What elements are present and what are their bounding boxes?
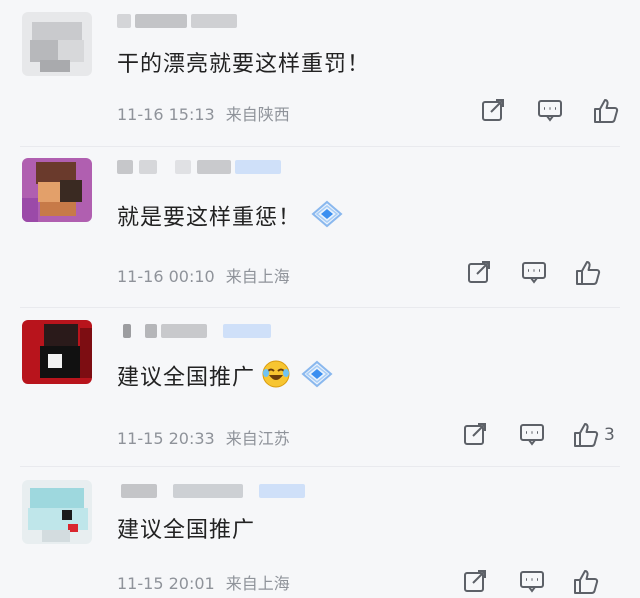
laugh-emoji-icon xyxy=(261,359,291,398)
comment-item: 就是要这样重惩！ 11-16 00:10 来自上海 xyxy=(0,150,640,310)
comment-meta: 11-16 00:10 来自上海 xyxy=(117,263,290,287)
share-icon xyxy=(464,570,486,592)
share-button[interactable] xyxy=(480,97,506,123)
comment-text: 建议全国推广 xyxy=(117,518,256,543)
comment-text: 干的漂亮就要这样重罚！ xyxy=(117,52,371,77)
comment-item: 干的漂亮就要这样重罚！ 11-16 15:13 来自陕西 xyxy=(0,0,640,150)
reply-button[interactable] xyxy=(518,568,546,594)
reply-button[interactable] xyxy=(520,259,548,285)
vip-badge xyxy=(223,324,271,338)
like-icon xyxy=(594,99,619,123)
reply-button[interactable] xyxy=(536,97,564,123)
comment-item: 建议全国推广 11-15 20:01 来自上海 xyxy=(0,470,640,594)
share-icon xyxy=(482,99,504,121)
comment-meta: 11-15 20:33 来自江苏 xyxy=(117,425,290,449)
diamond-sticker-icon xyxy=(307,198,347,239)
vip-badge xyxy=(235,160,281,174)
comment-location: 来自江苏 xyxy=(225,429,290,448)
diamond-sticker-icon xyxy=(297,358,337,399)
comment-icon xyxy=(522,262,546,284)
comment-location: 来自陕西 xyxy=(225,105,290,124)
comment-actions xyxy=(480,97,630,127)
comment-meta: 11-16 15:13 来自陕西 xyxy=(117,101,290,125)
like-icon xyxy=(574,423,599,447)
share-button[interactable] xyxy=(466,259,492,285)
share-icon xyxy=(468,261,490,283)
comment-time: 11-16 15:13 xyxy=(117,105,215,124)
comment-location: 来自上海 xyxy=(225,574,290,593)
avatar[interactable] xyxy=(22,320,92,384)
vip-badge xyxy=(259,484,305,498)
comment-time: 11-15 20:01 xyxy=(117,574,215,593)
comment-actions xyxy=(466,259,626,289)
reply-button[interactable] xyxy=(518,421,546,447)
divider xyxy=(20,466,620,467)
share-icon xyxy=(464,423,486,445)
comment-location: 来自上海 xyxy=(225,267,290,286)
comment-text: 就是要这样重惩！ xyxy=(117,198,347,239)
like-button[interactable] xyxy=(572,568,604,596)
comment-time: 11-16 00:10 xyxy=(117,267,215,286)
like-button[interactable] xyxy=(574,259,606,287)
like-count: 3 xyxy=(604,425,615,445)
divider xyxy=(20,307,620,308)
comment-meta: 11-15 20:01 来自上海 xyxy=(117,570,290,594)
avatar[interactable] xyxy=(22,158,92,222)
comment-icon xyxy=(520,424,544,446)
like-button[interactable] xyxy=(592,97,624,125)
comment-item: 建议全国推广 11-15 20:33 来自江苏 3 xyxy=(0,310,640,470)
like-icon xyxy=(576,261,601,285)
comment-icon xyxy=(538,100,562,122)
share-button[interactable] xyxy=(462,421,488,447)
share-button[interactable] xyxy=(462,568,488,594)
like-button[interactable]: 3 xyxy=(572,421,615,449)
comment-text: 建议全国推广 xyxy=(117,358,337,399)
avatar[interactable] xyxy=(22,480,92,544)
avatar[interactable] xyxy=(22,12,92,76)
like-icon xyxy=(574,570,599,594)
comment-actions xyxy=(462,568,632,598)
comment-text-content: 建议全国推广 xyxy=(117,365,256,391)
comment-icon xyxy=(520,571,544,593)
comment-time: 11-15 20:33 xyxy=(117,429,215,448)
comment-actions: 3 xyxy=(462,421,632,451)
comment-text-content: 就是要这样重惩！ xyxy=(117,205,302,231)
divider xyxy=(20,146,620,147)
